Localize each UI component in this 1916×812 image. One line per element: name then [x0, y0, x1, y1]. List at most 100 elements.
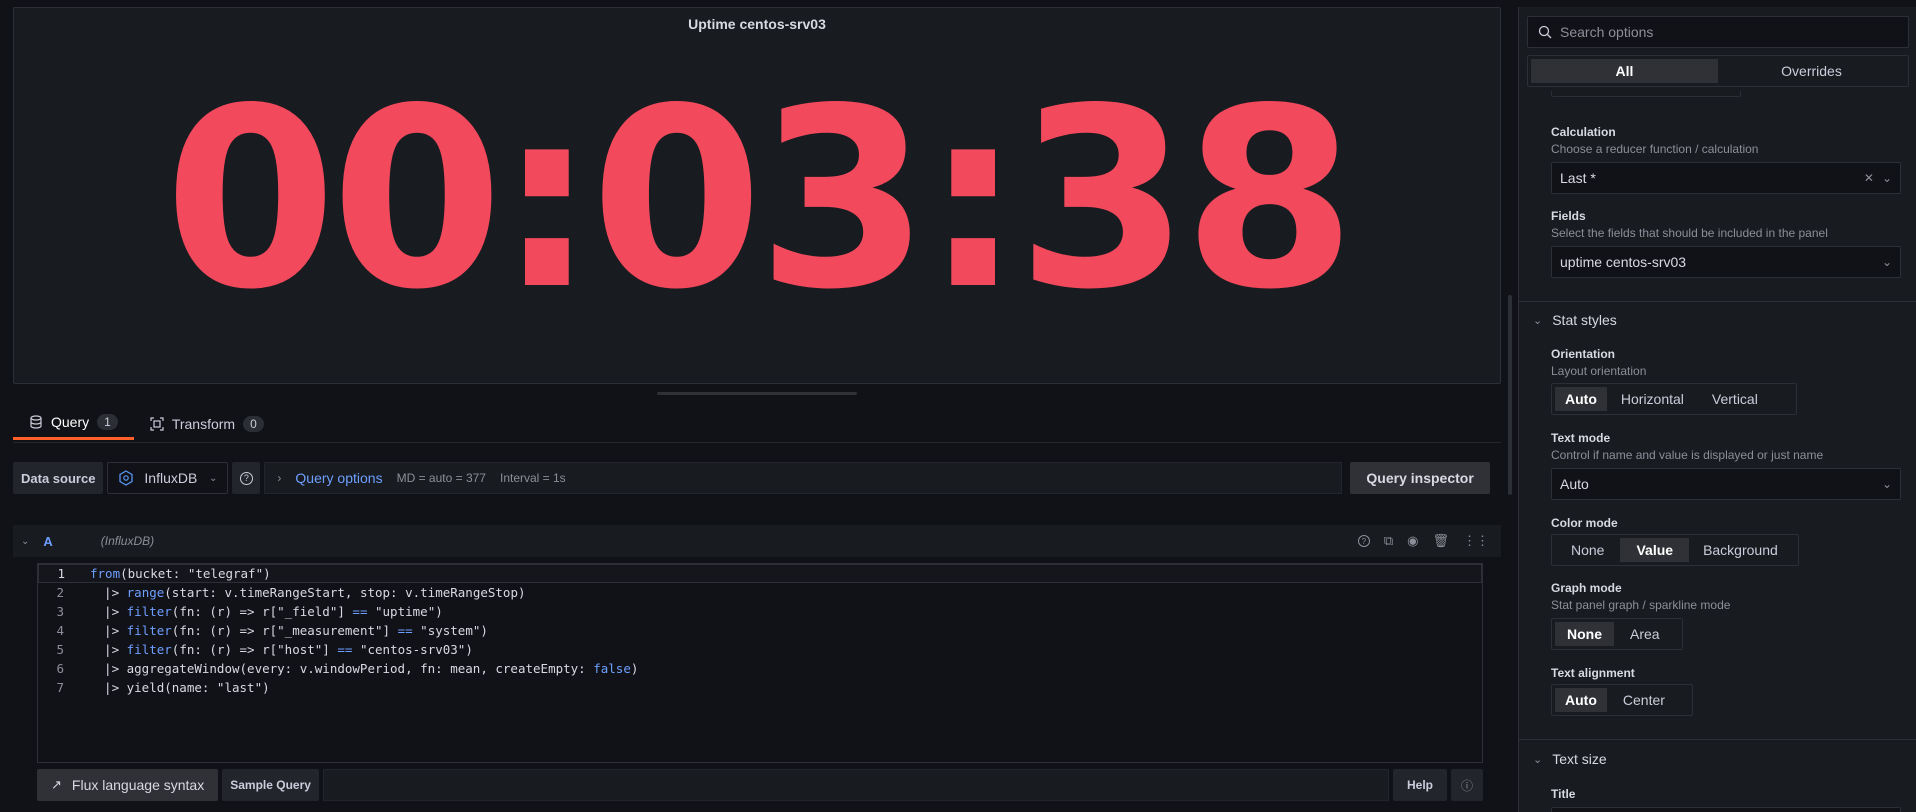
- code-text[interactable]: |> aggregateWindow(every: v.windowPeriod…: [70, 661, 638, 676]
- graph-mode-none[interactable]: None: [1555, 622, 1614, 646]
- query-editor-area: Data source InfluxDB ⌄ ? › Query options…: [13, 442, 1501, 812]
- code-line[interactable]: 2 |> range(start: v.timeRangeStart, stop…: [38, 583, 1482, 602]
- color-mode-value[interactable]: Value: [1620, 538, 1690, 562]
- sample-query-label: Sample Query: [222, 769, 319, 801]
- tab-query-label: Query: [51, 414, 90, 430]
- text-alignment-radio: Auto Center: [1551, 684, 1693, 716]
- orientation-horizontal[interactable]: Horizontal: [1607, 387, 1698, 411]
- tab-transform[interactable]: Transform 0: [134, 407, 280, 440]
- code-token: "system"): [412, 623, 488, 638]
- code-token: (bucket: "telegraf"): [120, 566, 271, 581]
- panel-resize-handle[interactable]: [657, 392, 857, 395]
- color-mode-option: Color mode: [1551, 516, 1618, 530]
- code-editor[interactable]: 1 from(bucket: "telegraf") 2 |> range(star…: [37, 563, 1483, 763]
- fields-option: Fields Select the fields that should be …: [1551, 209, 1828, 240]
- code-text[interactable]: from(bucket: "telegraf"): [71, 566, 271, 581]
- code-text[interactable]: |> filter(fn: (r) => r["_measurement"] =…: [70, 623, 488, 638]
- question-circle-icon: ?: [239, 471, 253, 485]
- panel-title[interactable]: Uptime centos-srv03: [14, 16, 1500, 32]
- color-mode-background[interactable]: Background: [1689, 538, 1792, 562]
- text-mode-select[interactable]: Auto ⌄: [1551, 468, 1901, 500]
- fields-value: uptime centos-srv03: [1560, 254, 1687, 270]
- query-row-header[interactable]: ⌄ A (InfluxDB) ? ⧉ ◉ 🗑 ⋮⋮: [13, 525, 1501, 557]
- transform-icon: [150, 416, 164, 431]
- calculation-select[interactable]: Last * ✕ ⌄: [1551, 162, 1901, 194]
- duplicate-icon[interactable]: ⧉: [1384, 533, 1393, 549]
- help-button[interactable]: Help: [1392, 769, 1447, 801]
- code-token: filter: [126, 623, 172, 638]
- datasource-label: Data source: [13, 462, 104, 494]
- clear-icon[interactable]: ✕: [1864, 171, 1874, 185]
- tab-query[interactable]: Query 1: [13, 407, 134, 440]
- graph-mode-area[interactable]: Area: [1614, 622, 1676, 646]
- datasource-picker[interactable]: InfluxDB ⌄: [107, 462, 229, 494]
- fields-desc: Select the fields that should be include…: [1551, 226, 1828, 240]
- code-token: |> aggregateWindow(every: v.windowPeriod…: [89, 661, 594, 676]
- calculation-value: Last *: [1560, 170, 1596, 186]
- info-icon[interactable]: ⓘ: [1451, 769, 1483, 801]
- query-options-link[interactable]: Query options: [295, 470, 382, 486]
- stat-styles-title: Stat styles: [1552, 312, 1617, 328]
- text-alignment-center[interactable]: Center: [1607, 688, 1681, 712]
- tab-query-count: 1: [97, 414, 118, 430]
- stat-value: 00:03:38: [164, 56, 1356, 344]
- query-inspector-button[interactable]: Query inspector: [1350, 462, 1490, 494]
- query-datasource-name: (InfluxDB): [100, 534, 155, 548]
- text-alignment-auto[interactable]: Auto: [1555, 688, 1607, 712]
- query-letter[interactable]: A: [43, 534, 52, 549]
- code-line[interactable]: 1 from(bucket: "telegraf"): [38, 564, 1482, 583]
- text-mode-desc: Control if name and value is displayed o…: [1551, 448, 1824, 462]
- filter-all[interactable]: All: [1531, 59, 1718, 83]
- fields-select[interactable]: uptime centos-srv03 ⌄: [1551, 246, 1901, 278]
- code-token: false: [593, 661, 631, 676]
- sample-query-select[interactable]: [322, 769, 1389, 801]
- code-line[interactable]: 3 |> filter(fn: (r) => r["_field"] == "u…: [38, 602, 1482, 621]
- external-link-icon: ↗: [51, 777, 62, 792]
- code-token: |>: [89, 604, 127, 619]
- filter-overrides[interactable]: Overrides: [1718, 59, 1905, 83]
- code-token: filter: [126, 642, 172, 657]
- datasource-row: Data source InfluxDB ⌄ ? › Query options…: [13, 461, 1501, 495]
- query-options-bar[interactable]: › Query options MD = auto = 377 Interval…: [264, 462, 1343, 494]
- color-mode-none[interactable]: None: [1555, 538, 1620, 562]
- stat-styles-header[interactable]: ⌄ Stat styles: [1533, 312, 1617, 328]
- code-text[interactable]: |> yield(name: "last"): [70, 680, 270, 695]
- text-size-header[interactable]: ⌄ Text size: [1533, 751, 1607, 767]
- code-line[interactable]: 7 |> yield(name: "last"): [38, 678, 1482, 697]
- title-size-option: Title: [1551, 787, 1575, 801]
- stat-panel[interactable]: Uptime centos-srv03 00:03:38: [13, 7, 1501, 384]
- chevron-right-icon: ›: [277, 471, 282, 485]
- code-text[interactable]: |> range(start: v.timeRangeStart, stop: …: [70, 585, 525, 600]
- trash-icon[interactable]: 🗑: [1432, 533, 1449, 549]
- orientation-auto[interactable]: Auto: [1555, 387, 1607, 411]
- scrollbar[interactable]: [1508, 295, 1512, 495]
- datasource-help-button[interactable]: ?: [232, 462, 261, 494]
- section-divider: [1519, 301, 1916, 302]
- collapse-chevron-icon[interactable]: ⌄: [21, 536, 29, 547]
- code-text[interactable]: |> filter(fn: (r) => r["host"] == "cento…: [70, 642, 473, 657]
- text-mode-title: Text mode: [1551, 431, 1611, 445]
- title-size-input[interactable]: [1551, 807, 1901, 812]
- code-text[interactable]: |> filter(fn: (r) => r["_field"] == "upt…: [70, 604, 443, 619]
- code-token: |>: [89, 623, 127, 638]
- code-line[interactable]: 4 |> filter(fn: (r) => r["_measurement"]…: [38, 621, 1482, 640]
- line-number: 6: [56, 661, 64, 676]
- text-alignment-option: Text alignment: [1551, 666, 1635, 680]
- text-mode-value: Auto: [1560, 476, 1589, 492]
- search-icon: [1538, 25, 1552, 39]
- chevron-down-icon: ⌄: [1881, 171, 1892, 185]
- search-options-input[interactable]: Search options: [1527, 16, 1909, 48]
- drag-handle-icon[interactable]: ⋮⋮: [1463, 533, 1489, 549]
- editor-tabs: Query 1 Transform 0: [13, 407, 280, 442]
- flux-syntax-button[interactable]: ↗ Flux language syntax: [37, 769, 219, 801]
- max-datapoints-info: MD = auto = 377: [396, 471, 486, 485]
- code-line[interactable]: 5 |> filter(fn: (r) => r["host"] == "cen…: [38, 640, 1482, 659]
- eye-icon[interactable]: ◉: [1407, 533, 1418, 549]
- code-token: (fn: (r) => r["_field"]: [171, 604, 353, 619]
- title-size-label: Title: [1551, 787, 1576, 801]
- orientation-vertical[interactable]: Vertical: [1698, 387, 1772, 411]
- section-divider: [1519, 739, 1916, 740]
- code-line[interactable]: 6 |> aggregateWindow(every: v.windowPeri…: [38, 659, 1482, 678]
- datasource-name: InfluxDB: [144, 470, 198, 486]
- help-icon[interactable]: ?: [1357, 535, 1370, 547]
